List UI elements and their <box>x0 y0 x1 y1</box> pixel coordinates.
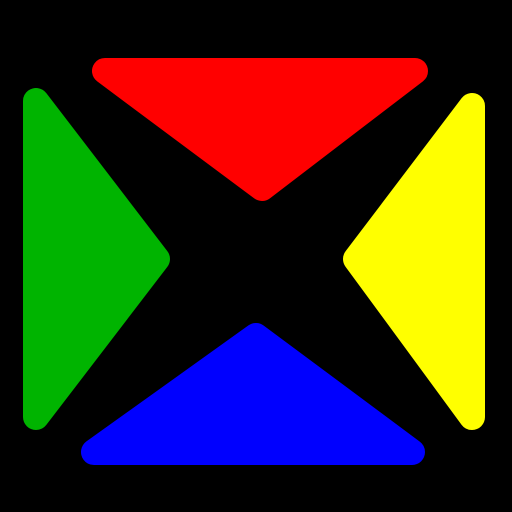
four-color-cross-logo-icon <box>0 0 512 512</box>
